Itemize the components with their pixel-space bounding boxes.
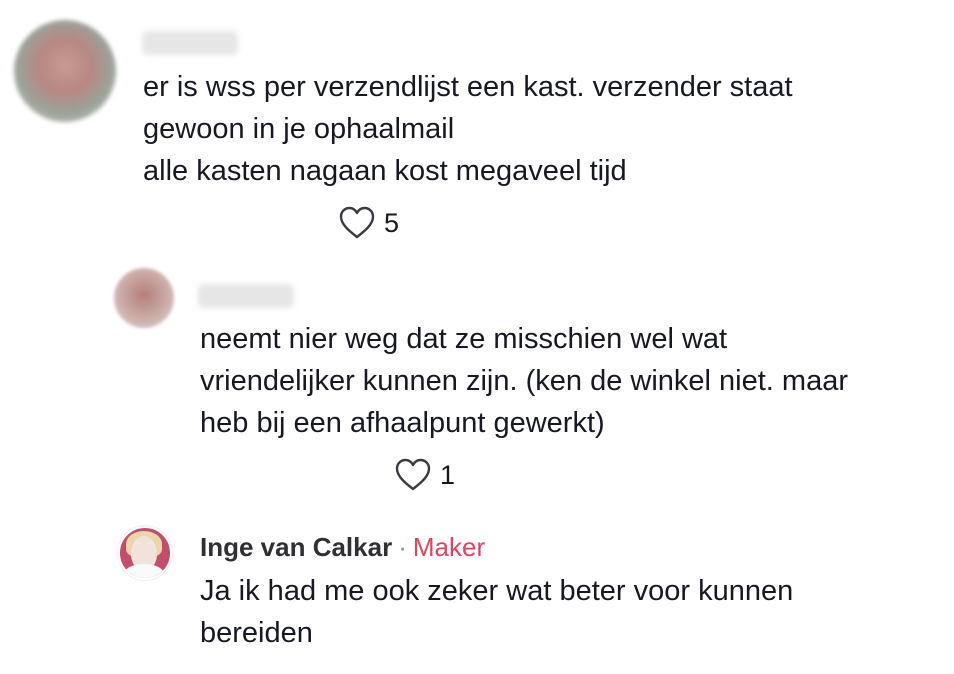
creator-author-row: Inge van Calkar · Maker <box>200 532 485 563</box>
like-count: 5 <box>384 207 400 238</box>
reply-avatar[interactable] <box>114 268 174 328</box>
creator-username[interactable]: Inge van Calkar <box>200 532 392 562</box>
comment-text: er is wss per verzendlijst een kast. ver… <box>143 71 793 187</box>
commenter-avatar[interactable] <box>14 20 116 122</box>
like-count: 1 <box>440 459 456 490</box>
creator-badge: Maker <box>412 532 486 562</box>
avatar-shirt <box>124 564 164 578</box>
creator-avatar[interactable] <box>118 526 172 580</box>
reply-username-blurred[interactable] <box>198 284 294 308</box>
separator-dot: · <box>398 532 407 562</box>
reply-text: neemt nier weg dat ze misschien wel wat … <box>200 323 848 439</box>
heart-outline-icon <box>395 458 431 491</box>
like-button[interactable]: 5 <box>338 205 399 241</box>
like-button[interactable]: 1 <box>394 457 455 493</box>
commenter-username-blurred[interactable] <box>142 31 238 55</box>
creator-reply-text: Ja ik had me ook zeker wat beter voor ku… <box>200 575 794 649</box>
heart-outline-icon <box>339 206 375 239</box>
